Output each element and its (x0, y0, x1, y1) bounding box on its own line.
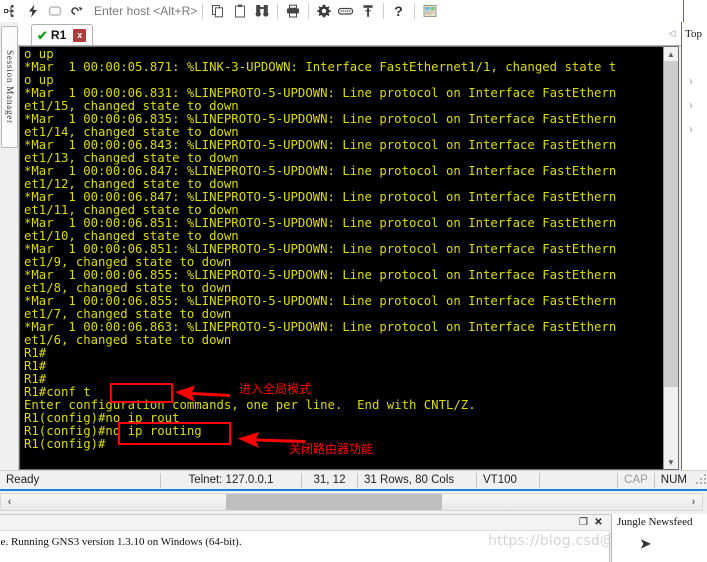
terminal-line: et1/6, changed state to down (24, 333, 232, 348)
console-line-1: ole. Running GNS3 version 1.3.10 on Wind… (0, 536, 242, 548)
scrollbar-thumb[interactable] (664, 61, 678, 387)
keyboard-icon[interactable] (335, 1, 357, 21)
status-bar: Ready Telnet: 127.0.0.1 31, 12 31 Rows, … (0, 470, 707, 491)
scroll-right-icon[interactable]: › (685, 494, 702, 510)
console-pane-titlebar: ❐ ✕ (0, 515, 610, 531)
toolbar-separator-5 (413, 3, 415, 19)
console-pane: ❐ ✕ ole. Running GNS3 version 1.3.10 on … (0, 514, 610, 562)
tab-label: R1 (50, 28, 67, 42)
console-pane-body[interactable]: ole. Running GNS3 version 1.3.10 on Wind… (0, 532, 610, 562)
newsfeed-arrow-icon: ➤ (640, 536, 651, 551)
check-icon: ✔ (37, 27, 48, 43)
status-screen-size: 31 Rows, 80 Cols (364, 474, 455, 486)
key-icon[interactable] (357, 1, 379, 21)
connect-icon[interactable] (0, 1, 22, 21)
scroll-left-icon[interactable]: ‹ (1, 494, 18, 510)
session-manager-label: Session Manager (5, 50, 15, 124)
tab-prev-icon[interactable]: ◁ (665, 26, 679, 40)
tab-strip: ✔ R1 x ◁ ▷ (18, 22, 707, 46)
tab-r1[interactable]: ✔ R1 x (31, 24, 94, 45)
toolbar-separator-3 (307, 3, 309, 19)
status-caps-lock: CAP (624, 474, 648, 486)
scroll-down-icon[interactable]: ▼ (664, 455, 678, 469)
status-cursor-position: 31, 12 (313, 474, 346, 486)
status-emulation: VT100 (483, 474, 517, 486)
chevron-right-icon-3[interactable]: › (689, 122, 693, 136)
session-manager-rail: Session Manager (0, 22, 19, 470)
toolbar-separator-4 (382, 3, 384, 19)
toolbar-right-edge (683, 0, 707, 22)
main-toolbar: Enter host <Alt+R> ? (0, 0, 707, 23)
hscrollbar-thumb[interactable] (226, 494, 442, 510)
close-icon[interactable]: x (73, 28, 87, 42)
right-strip-top-label: Top (685, 28, 702, 40)
paste-icon[interactable] (229, 1, 251, 21)
status-num-lock: NUM (660, 474, 687, 486)
resize-grip-icon[interactable] (695, 474, 707, 486)
quick-connect-icon[interactable] (22, 1, 44, 21)
jungle-newsfeed-panel: Jungle Newsfeed ➤ (611, 514, 707, 562)
scroll-up-icon[interactable]: ▲ (664, 47, 678, 61)
terminal-screen[interactable]: o up *Mar 1 00:00:05.871: %LINK-3-UPDOWN:… (20, 47, 665, 469)
terminal-line: R1# (24, 346, 47, 361)
toolbar-separator-1 (201, 3, 203, 19)
host-input[interactable]: Enter host <Alt+R> (88, 4, 198, 18)
close-pane-icon[interactable]: ✕ (592, 516, 605, 529)
status-blank (540, 471, 617, 490)
terminal-output: o up *Mar 1 00:00:05.871: %LINK-3-UPDOWN:… (24, 47, 617, 451)
status-ready: Ready (6, 474, 40, 486)
terminal-pane[interactable]: o up *Mar 1 00:00:05.871: %LINK-3-UPDOWN:… (19, 46, 679, 470)
terminal-line: R1# (24, 359, 47, 374)
terminal-line: R1(config)#no ip routing (24, 424, 202, 439)
terminal-line: *Mar 1 00:00:05.871: %LINK-3-UPDOWN: Int… (24, 60, 617, 75)
find-icon[interactable] (251, 1, 273, 21)
gear-icon[interactable] (313, 1, 335, 21)
jungle-newsfeed-title: Jungle Newsfeed (617, 516, 693, 528)
terminal-vertical-scrollbar[interactable]: ▲ ▼ (663, 47, 678, 469)
annotation-label-1: 进入全局模式 (239, 382, 312, 396)
chevron-right-icon-1[interactable]: › (689, 74, 693, 88)
status-connection: Telnet: 127.0.0.1 (188, 474, 274, 486)
secure-crt-window: Enter host <Alt+R> ? Session Manager ✔ R… (0, 0, 707, 562)
window-app-icon[interactable] (419, 1, 441, 21)
printer-icon[interactable] (282, 1, 304, 21)
reconnect-icon[interactable] (44, 1, 66, 21)
copy-icon[interactable] (207, 1, 229, 21)
float-pane-icon[interactable]: ❐ (577, 516, 590, 529)
sidebar-item-session-manager[interactable]: Session Manager (1, 26, 18, 148)
annotation-label-2: 关闭路由器功能 (289, 442, 374, 456)
right-side-strip: Top › › › (681, 22, 707, 470)
horizontal-scrollbar[interactable]: ‹ › (0, 493, 703, 511)
toolbar-separator-2 (276, 3, 278, 19)
help-icon[interactable]: ? (388, 1, 410, 21)
annotation-arrow-1 (175, 385, 230, 402)
link-broken-icon[interactable] (66, 1, 88, 21)
chevron-right-icon-2[interactable]: › (689, 98, 693, 112)
terminal-line: R1# (24, 372, 47, 387)
